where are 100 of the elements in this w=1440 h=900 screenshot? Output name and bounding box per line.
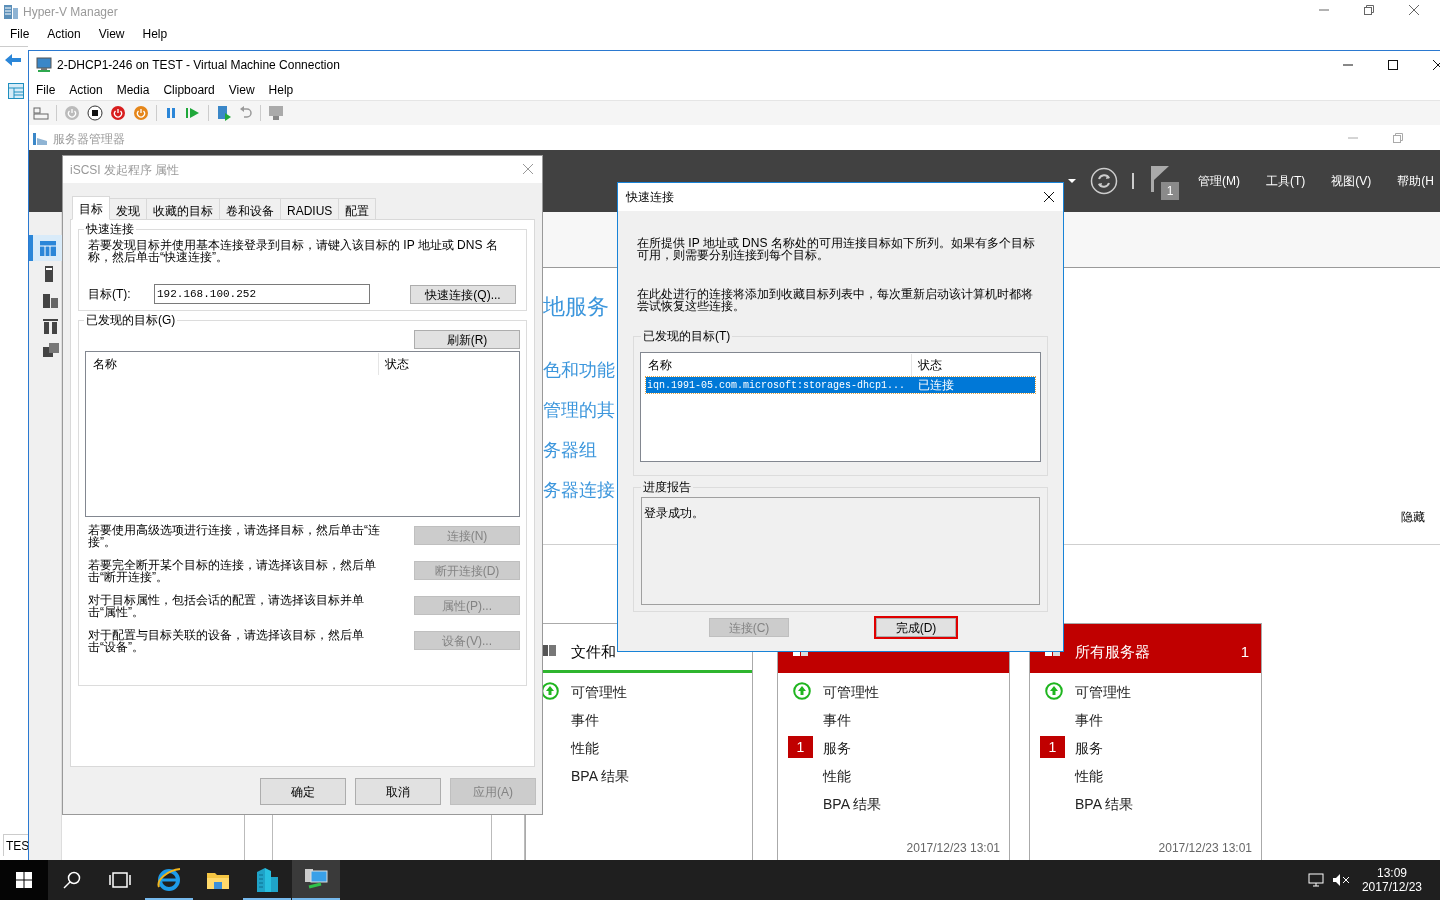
server-icon (3, 4, 19, 20)
quick-connect-button[interactable]: 快速连接(Q)... (410, 284, 516, 304)
clock[interactable]: 13:09 2017/12/23 (1357, 866, 1426, 894)
window-title: Hyper-V Manager (23, 4, 118, 21)
computer-icon (35, 57, 53, 73)
menu-item[interactable]: Action (41, 25, 87, 43)
dropdown-caret-icon[interactable] (1068, 178, 1076, 184)
monitor-icon[interactable] (268, 105, 286, 121)
menu-item[interactable]: File (31, 80, 61, 99)
menu-item[interactable]: 帮助(H (1391, 172, 1440, 190)
alert-badge: 1 (788, 736, 813, 758)
server-icon[interactable] (45, 266, 53, 282)
menu-item[interactable]: 视图(V) (1325, 172, 1378, 190)
description-text: 在此处进行的连接将添加到收藏目标列表中，每次重新启动该计算机时都将尝试恢复这些连接。 (636, 288, 1034, 312)
tab[interactable]: 收藏的目标 (147, 198, 220, 220)
menu-item[interactable]: Media (111, 80, 155, 99)
menu-item[interactable]: Action (64, 80, 108, 99)
task-view-icon[interactable] (109, 872, 131, 888)
tile-item[interactable]: 服务 (1075, 738, 1103, 759)
column-header[interactable]: 状态 (912, 354, 942, 376)
taskbar-app[interactable] (292, 860, 340, 900)
tab[interactable]: 目标 (72, 196, 110, 220)
save-state-icon[interactable] (133, 105, 149, 121)
tile-item[interactable]: BPA 结果 (1075, 794, 1134, 815)
tile-item[interactable]: 性能 (1075, 766, 1103, 787)
tile-title[interactable]: 所有服务器 (1075, 641, 1150, 664)
menu-item[interactable]: 管理(M) (1192, 172, 1246, 190)
dashboard-icon (39, 240, 56, 256)
tab[interactable]: RADIUS (281, 198, 340, 220)
dialog-title: 快速连接 (626, 189, 674, 206)
back-arrow-icon[interactable] (4, 53, 22, 67)
tree-view-icon[interactable] (8, 83, 24, 99)
network-icon[interactable] (1307, 873, 1324, 887)
tile-item[interactable]: 可管理性 (571, 682, 627, 703)
close-icon[interactable] (1043, 191, 1055, 203)
tile-item[interactable]: BPA 结果 (571, 766, 630, 787)
target-field[interactable]: 192.168.100.252 (154, 284, 370, 304)
group-label: 已发现的目标(G) (84, 313, 178, 327)
stop-icon[interactable] (87, 105, 103, 121)
undo-icon[interactable] (239, 106, 253, 120)
tile-title[interactable]: 文件和 (571, 641, 616, 664)
tab[interactable]: 卷和设备 (220, 198, 281, 220)
search-icon[interactable] (63, 871, 81, 889)
restore-icon[interactable] (1363, 4, 1375, 16)
menu-item[interactable]: Help (263, 80, 299, 99)
instruction-text: 若要使用高级选项进行连接，请选择目标，然后单击“连接”。 (87, 524, 381, 548)
column-header[interactable]: 名称 (86, 353, 379, 375)
column-header[interactable]: 状态 (379, 353, 409, 375)
tile-item[interactable]: 服务 (823, 738, 851, 759)
play-icon[interactable] (185, 106, 201, 120)
browser-icon (156, 866, 182, 892)
menu-item[interactable]: Clipboard (158, 80, 220, 99)
tile-item[interactable]: 性能 (823, 766, 851, 787)
tile-item[interactable]: 性能 (571, 738, 599, 759)
tile-item[interactable]: 事件 (823, 710, 851, 731)
timestamp: 2017/12/23 13:01 (1158, 840, 1252, 857)
tile-count: 1 (1240, 642, 1249, 662)
dialog-button[interactable]: 取消 (355, 778, 441, 805)
flag-icon[interactable] (1151, 166, 1169, 192)
instruction-text: 对于目标属性，包括会话的配置，请选择该目标并单击“属性”。 (87, 594, 365, 618)
dialog-button[interactable]: 确定 (260, 778, 346, 805)
building-icon (255, 866, 279, 892)
tab[interactable]: 配置 (339, 198, 377, 220)
clock-time: 13:09 (1376, 866, 1407, 880)
window-title: 2-DHCP1-246 on TEST - Virtual Machine Connection (57, 57, 340, 74)
maximize-icon[interactable] (1387, 59, 1399, 71)
refresh-icon[interactable] (1090, 167, 1118, 195)
menu-item[interactable]: 工具(T) (1260, 172, 1312, 190)
menu-item[interactable]: Help (136, 25, 174, 43)
clock-date: 2017/12/23 (1361, 880, 1422, 894)
start-icon[interactable] (16, 872, 32, 888)
shutdown-icon[interactable] (110, 105, 126, 121)
tab[interactable]: 发现 (110, 198, 147, 220)
tile-item[interactable]: BPA 结果 (823, 794, 882, 815)
alert-badge: 1 (1040, 736, 1065, 758)
refresh-button[interactable]: 刷新(R) (414, 330, 520, 349)
nav-item[interactable] (29, 235, 62, 261)
target-row[interactable]: iqn.1991-05.com.microsoft:storages-dhcp1... 已连接 (646, 377, 1035, 393)
tile-item[interactable]: 可管理性 (1075, 682, 1131, 703)
menu-item[interactable]: View (92, 25, 131, 43)
tile-item[interactable]: 事件 (1075, 710, 1103, 731)
servers-icon[interactable] (43, 292, 59, 308)
menu-item[interactable]: File (4, 25, 36, 43)
timestamp: 2017/12/23 13:01 (906, 840, 1000, 857)
instruction-text: 对于配置与目标关联的设备，请选择该目标，然后单击“设备”。 (87, 629, 365, 653)
group-label: 快速连接 (84, 222, 136, 236)
dialog-button[interactable]: 完成(D) (876, 618, 956, 637)
pause-icon[interactable] (164, 106, 178, 120)
folder-icon (206, 870, 230, 890)
hide-link[interactable]: 隐藏 (1401, 508, 1425, 526)
tile-item[interactable]: 可管理性 (823, 682, 879, 703)
menu-item[interactable]: View (223, 80, 260, 99)
field-label: 目标(T): (88, 286, 132, 303)
status-text: TES (5, 837, 30, 855)
dialog-title: iSCSI 发起程序 属性 (70, 161, 180, 179)
progress-text: 登录成功。 (644, 506, 704, 520)
tile-item[interactable]: 事件 (571, 710, 599, 731)
speaker-muted-icon[interactable] (1331, 873, 1350, 887)
status-up-icon (1045, 682, 1063, 700)
status-up-icon (793, 682, 811, 700)
